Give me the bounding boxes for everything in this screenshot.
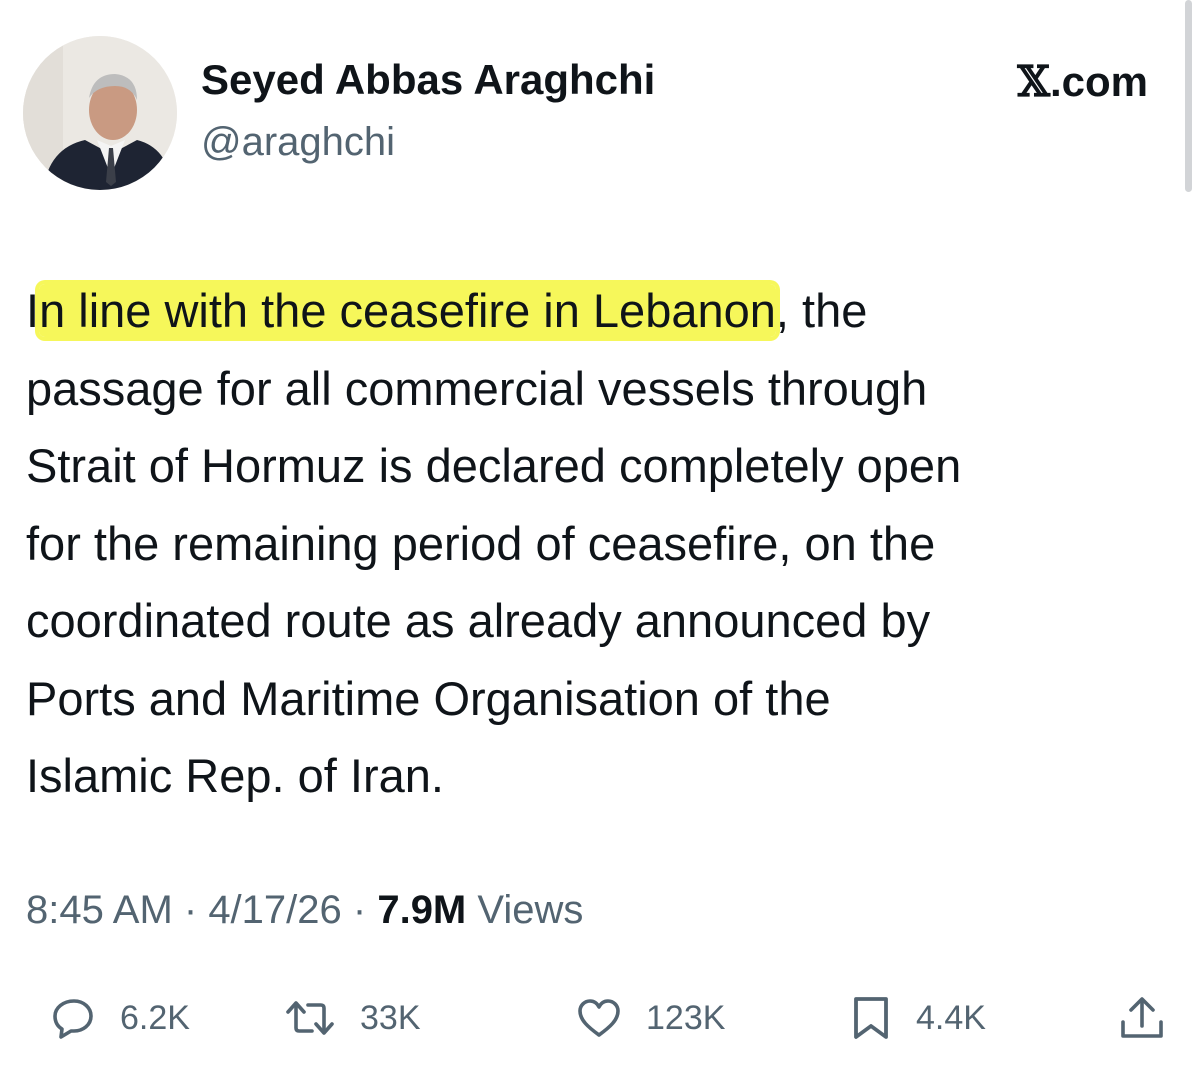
x-logo-icon: 𝕏 (1017, 57, 1050, 106)
views-count: 7.9M (377, 888, 467, 932)
tweet-date[interactable]: 4/17/26 (208, 888, 341, 932)
heart-icon (578, 999, 620, 1037)
action-bar: 6.2K 33K 123K 4.4K (0, 988, 1200, 1048)
display-name[interactable]: Seyed Abbas Araghchi (201, 56, 655, 104)
tweet-meta: 8:45 AM · 4/17/26 · 7.9M Views (26, 884, 583, 936)
like-count: 123K (646, 998, 726, 1037)
profile-photo (23, 36, 177, 190)
like-button[interactable]: 123K (576, 988, 725, 1048)
reply-button[interactable]: 6.2K (52, 988, 190, 1048)
meta-separator: · (172, 888, 209, 932)
repost-count: 33K (360, 998, 421, 1037)
share-button[interactable] (1118, 988, 1166, 1048)
tweet-text: In line with the ceasefire in Lebanon, t… (26, 272, 1176, 815)
reply-icon (53, 999, 93, 1039)
repost-icon (286, 1001, 334, 1035)
brand-suffix: .com (1049, 58, 1148, 105)
tweet-text-rest: , the passage for all commercial vessels… (26, 284, 962, 802)
share-icon (1121, 997, 1163, 1038)
tweet-time[interactable]: 8:45 AM (26, 888, 173, 932)
scrollbar[interactable] (1185, 0, 1192, 192)
tweet-text-lead: I (26, 284, 40, 337)
views-label: Views (466, 888, 584, 932)
repost-button[interactable]: 33K (284, 988, 421, 1048)
meta-separator: · (341, 888, 378, 932)
bookmark-count: 4.4K (916, 998, 986, 1037)
handle[interactable]: @araghchi (201, 118, 395, 166)
bookmark-button[interactable]: 4.4K (850, 988, 986, 1048)
reply-count: 6.2K (120, 998, 190, 1037)
bookmark-icon (854, 997, 888, 1039)
avatar[interactable] (23, 36, 177, 190)
brand-logo: 𝕏.com (1017, 58, 1148, 106)
highlighted-text: n line with the ceasefire in Lebanon (39, 284, 776, 337)
